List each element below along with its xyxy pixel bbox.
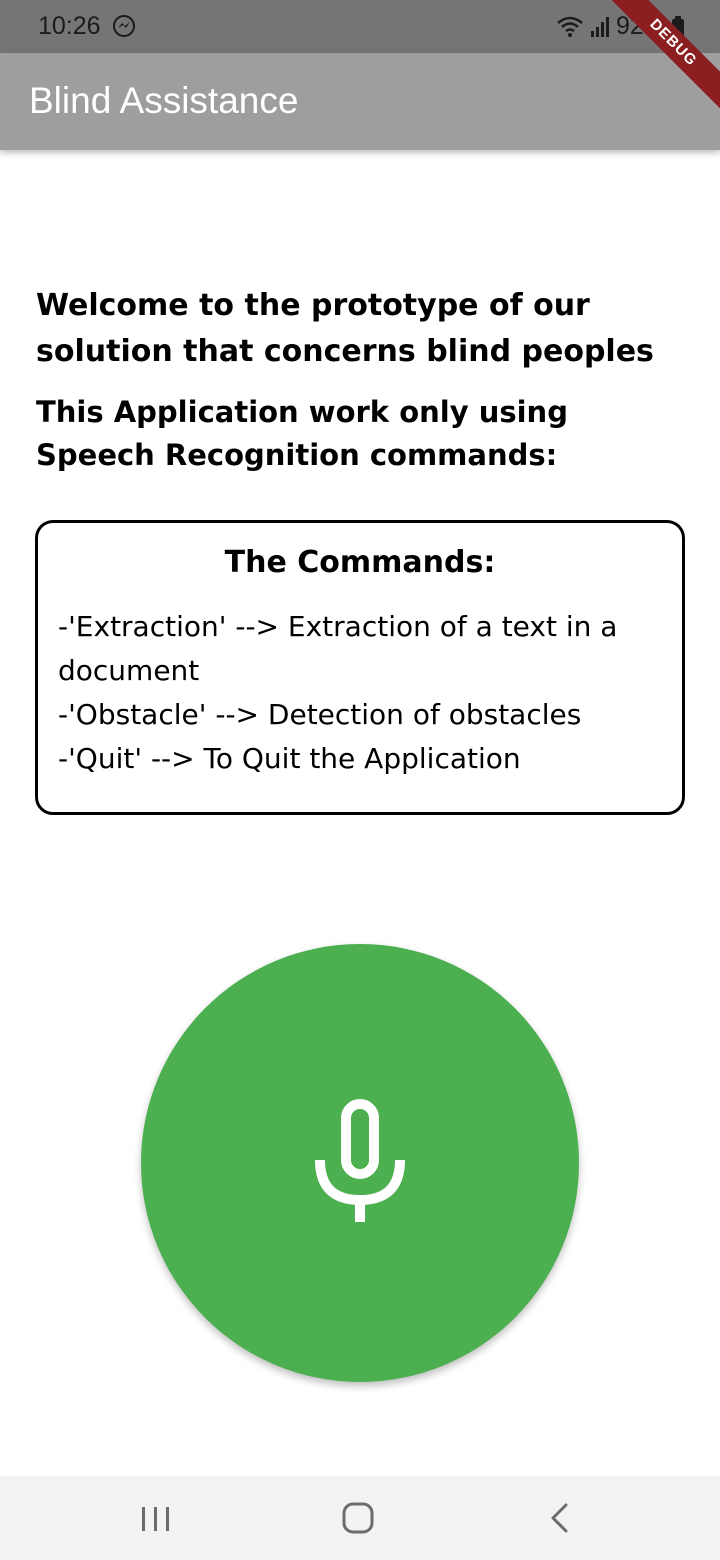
command-item-extraction: -'Extraction' --> Extraction of a text i… xyxy=(58,610,618,687)
messenger-icon xyxy=(113,15,135,37)
commands-box: The Commands: -'Extraction' --> Extracti… xyxy=(35,520,685,815)
status-time: 10:26 xyxy=(38,12,101,40)
command-item-obstacle: -'Obstacle' --> Detection of obstacles xyxy=(58,698,582,731)
commands-list: -'Extraction' --> Extraction of a text i… xyxy=(58,605,668,781)
status-bar: 10:26 92% xyxy=(0,0,720,53)
app-bar: Blind Assistance xyxy=(0,53,720,150)
info-text: This Application work only using Speech … xyxy=(36,395,568,472)
signal-icon xyxy=(590,16,609,37)
navigation-bar xyxy=(0,1476,720,1560)
app-title: Blind Assistance xyxy=(29,80,299,121)
recents-icon[interactable] xyxy=(136,1503,176,1535)
microphone-icon xyxy=(315,1099,405,1222)
welcome-text: Welcome to the prototype of our solution… xyxy=(36,288,654,369)
command-item-quit: -'Quit' --> To Quit the Application xyxy=(58,742,521,775)
home-icon[interactable] xyxy=(336,1500,380,1536)
microphone-button[interactable] xyxy=(141,944,579,1382)
wifi-icon xyxy=(557,16,583,37)
commands-title: The Commands: xyxy=(224,545,496,580)
back-icon[interactable] xyxy=(544,1501,574,1535)
